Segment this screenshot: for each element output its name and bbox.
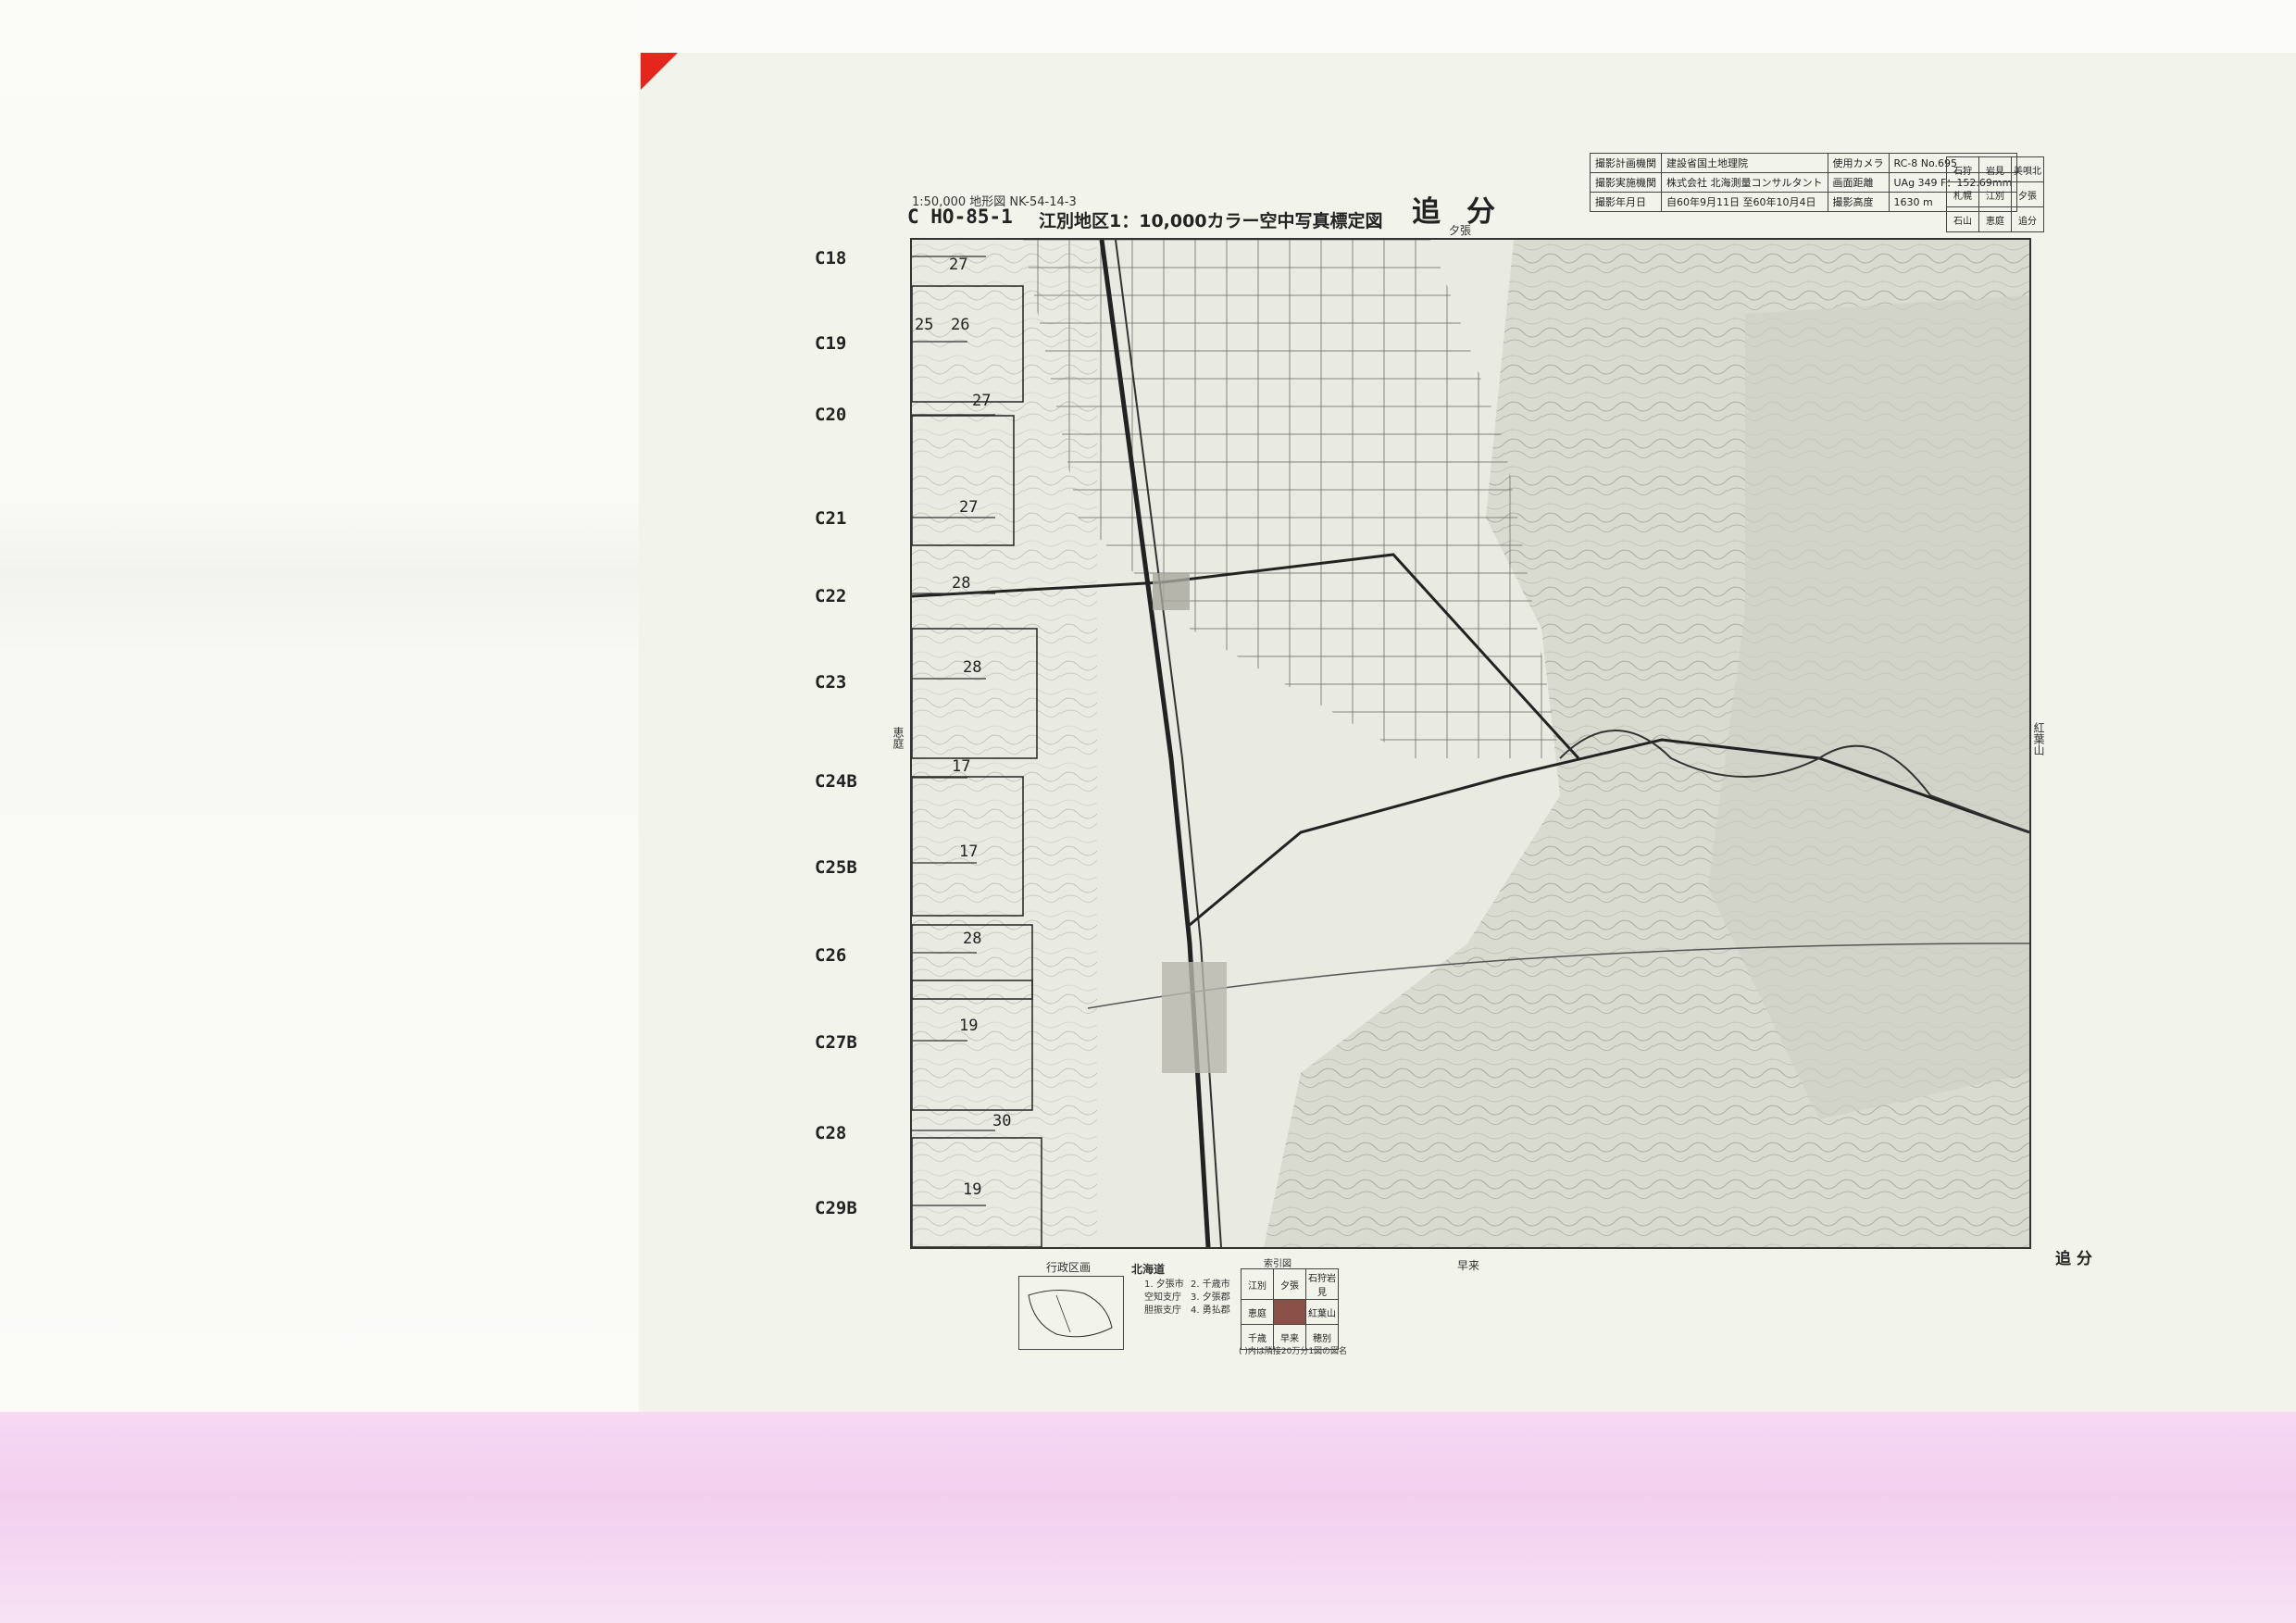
- scan-background: [0, 0, 639, 1430]
- strip-label: C18: [815, 248, 847, 268]
- legend-item: 4. 勇払郡: [1191, 1305, 1230, 1316]
- strip-label: C19: [815, 333, 847, 354]
- info-cell: 撮影年月日: [1590, 192, 1662, 212]
- place-label-right: 紅葉山: [2032, 722, 2045, 755]
- strip-label: C27B: [815, 1032, 857, 1053]
- index-cell: 追分: [2011, 206, 2044, 232]
- info-cell: 撮影実施機関: [1590, 172, 1662, 193]
- frame-number: 28: [952, 574, 971, 593]
- place-label-bottom: 早来: [1457, 1259, 1480, 1272]
- strip-label: C29B: [815, 1198, 857, 1218]
- info-cell: 画面距離: [1827, 172, 1890, 193]
- legend-index-cell: 石狩岩見: [1305, 1268, 1339, 1300]
- pink-band: [0, 1412, 2296, 1623]
- strip-label: C25B: [815, 857, 857, 878]
- legend-index-cell: 紅葉山: [1305, 1299, 1339, 1325]
- corner-mark: [641, 53, 678, 90]
- legend-index-cell: 江別: [1241, 1268, 1274, 1300]
- frame-number: 27: [949, 256, 968, 274]
- index-cell: 江別: [1978, 181, 2012, 207]
- strip-label: C23: [815, 672, 847, 693]
- legend-index-cell-current: [1273, 1299, 1306, 1325]
- legend-note: ( )内は隣接20万分1図の図名: [1239, 1347, 1348, 1356]
- admin-map-drawing: [1028, 1290, 1113, 1338]
- index-cell: 石山: [1946, 206, 1979, 232]
- frame-number: 28: [963, 930, 982, 948]
- info-cell: 使用カメラ: [1827, 153, 1890, 173]
- map-drawing: [912, 240, 2029, 1247]
- strip-label: C24B: [815, 771, 857, 792]
- legend-index-cell: 恵庭: [1241, 1299, 1274, 1325]
- sheet-code: C HO-85-1: [907, 206, 1013, 228]
- info-cell: 撮影高度: [1827, 192, 1890, 212]
- info-cell: 撮影計画機関: [1590, 153, 1662, 173]
- strip-label: C20: [815, 405, 847, 425]
- sheet-name-bottom: 追 分: [2055, 1250, 2092, 1268]
- strip-label: C22: [815, 586, 847, 606]
- legend-item: 3. 夕張郡: [1191, 1292, 1230, 1303]
- frame-number: 27: [972, 392, 992, 410]
- info-cell: 建設省国土地理院: [1661, 153, 1828, 173]
- legend-item: 2. 千歳市: [1191, 1280, 1230, 1290]
- frame-number: 17: [959, 843, 979, 861]
- topographic-map: [910, 238, 2031, 1249]
- place-label-top: 夕張: [1449, 224, 1472, 237]
- index-cell: 岩見: [1978, 156, 2012, 182]
- index-title: 索引図: [1264, 1259, 1292, 1269]
- place-label-left: 恵庭: [892, 727, 905, 749]
- legend-item: 空知支庁: [1144, 1292, 1181, 1303]
- index-cell: 美唄北: [2011, 156, 2044, 182]
- frame-number: 17: [952, 757, 971, 776]
- info-cell: 株式会社 北海測量コンサルタント: [1661, 172, 1828, 193]
- index-cell: 恵庭: [1978, 206, 2012, 232]
- frame-number: 30: [992, 1112, 1012, 1130]
- strip-label: C28: [815, 1123, 847, 1143]
- frame-number: 25: [915, 316, 934, 334]
- frame-number: 27: [959, 498, 979, 517]
- map-subtitle: 江別地区1：10,000カラー空中写真標定図: [1039, 211, 1383, 231]
- legend-index-cell: 夕張: [1273, 1268, 1306, 1300]
- admin-map: [1018, 1276, 1124, 1350]
- legend-item: 胆振支庁: [1144, 1305, 1181, 1316]
- adjacent-sheet-index: 石狩 岩見 美唄北 札幌 江別 夕張 石山 恵庭 追分: [1946, 156, 2044, 232]
- index-cell: 札幌: [1946, 181, 1979, 207]
- strip-label: C21: [815, 508, 847, 529]
- strip-label: C26: [815, 945, 847, 966]
- legend-index-grid: 江別 夕張 石狩岩見 恵庭 紅葉山 千歳 早来 穂別: [1241, 1268, 1339, 1350]
- frame-number: 19: [963, 1180, 982, 1199]
- frame-number: 28: [963, 658, 982, 677]
- legend-item: 1. 夕張市: [1144, 1280, 1184, 1290]
- legend-region: 北海道: [1131, 1263, 1166, 1276]
- frame-number: 19: [959, 1017, 979, 1035]
- index-cell: 石狩: [1946, 156, 1979, 182]
- frame-number: 26: [951, 316, 970, 334]
- info-cell: 自60年9月11日 至60年10月4日: [1661, 192, 1828, 212]
- index-cell: 夕張: [2011, 181, 2044, 207]
- admin-title: 行政区画: [1046, 1261, 1092, 1274]
